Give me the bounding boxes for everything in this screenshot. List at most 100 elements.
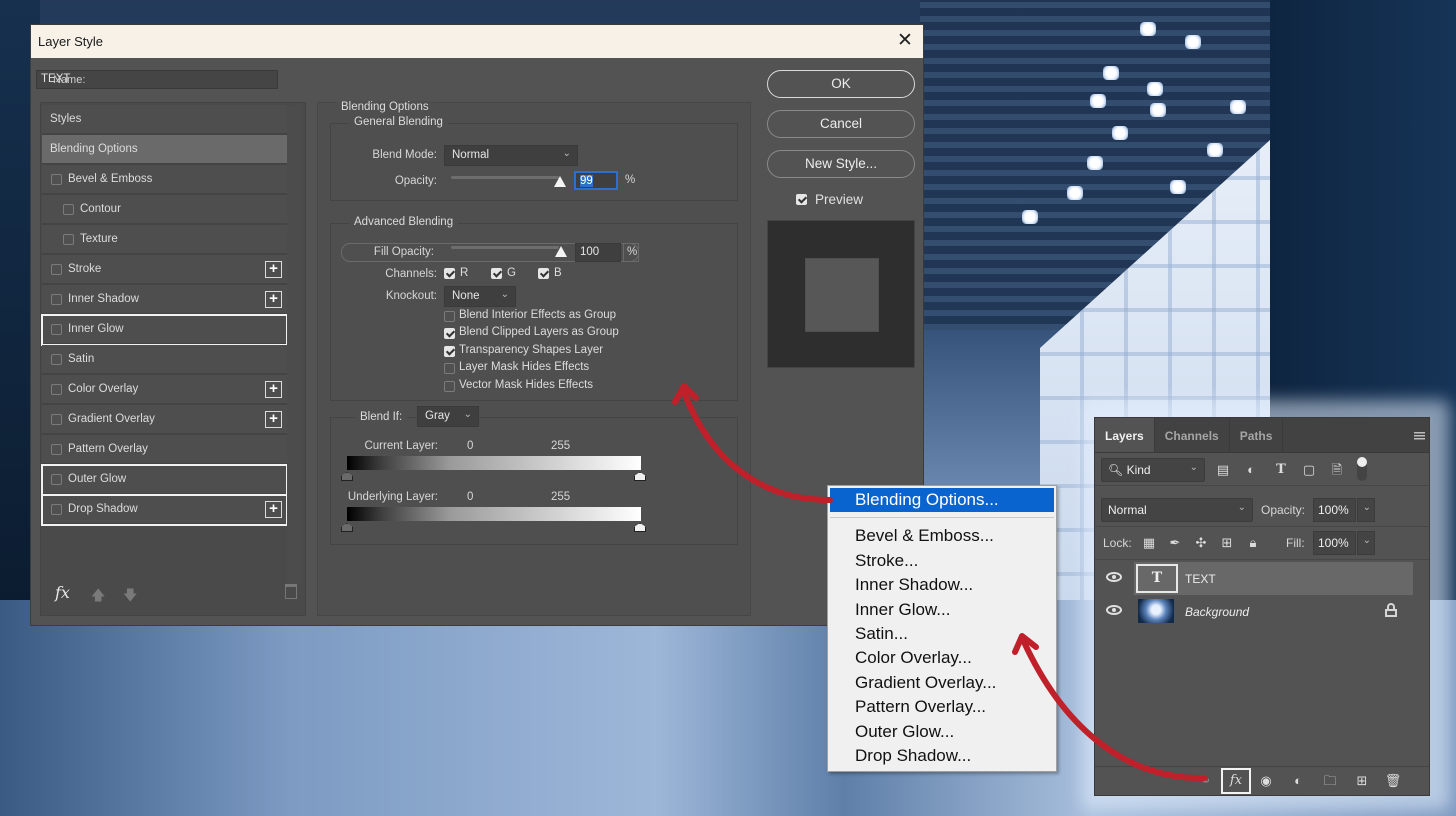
- style-item[interactable]: Blending Options: [42, 135, 287, 165]
- cancel-button[interactable]: Cancel: [767, 110, 915, 138]
- style-item[interactable]: Inner Glow: [41, 314, 288, 346]
- smart-object-filter-icon[interactable]: 🗎︎: [1329, 462, 1345, 478]
- lock-transparent-pixels-icon[interactable]: ▦: [1141, 535, 1157, 551]
- preview-checkbox[interactable]: [796, 194, 807, 205]
- move-up-icon[interactable]: 🡅: [91, 585, 105, 609]
- fill-opacity-slider-thumb[interactable]: [555, 246, 567, 257]
- fx-icon[interactable]: fx: [55, 583, 70, 602]
- style-item[interactable]: Color Overlay +: [42, 375, 287, 405]
- style-item[interactable]: Pattern Overlay: [42, 435, 287, 465]
- menu-item[interactable]: Drop Shadow...: [828, 744, 1056, 768]
- add-effect-instance-icon[interactable]: +: [265, 381, 282, 398]
- layer-row[interactable]: Background: [1095, 595, 1429, 628]
- knockout-select[interactable]: None ⌄: [444, 286, 516, 307]
- opacity-slider-thumb[interactable]: [554, 176, 566, 187]
- channel-checkbox[interactable]: [538, 268, 549, 279]
- shape-layer-filter-icon[interactable]: ▢: [1301, 462, 1317, 478]
- menu-item[interactable]: Gradient Overlay...: [828, 671, 1056, 695]
- advanced-option-checkbox[interactable]: [444, 345, 455, 357]
- layer-body[interactable]: Background: [1134, 595, 1413, 628]
- delete-layer-icon[interactable]: 🗑︎: [1382, 771, 1404, 791]
- add-effect-instance-icon[interactable]: +: [265, 411, 282, 428]
- close-icon[interactable]: ✕: [894, 30, 916, 52]
- style-checkbox[interactable]: [51, 323, 62, 335]
- filter-kind-select[interactable]: 🔍︎ Kind ⌄: [1101, 458, 1205, 482]
- menu-item[interactable]: Stroke...: [828, 549, 1056, 573]
- style-checkbox[interactable]: [51, 473, 62, 485]
- menu-item[interactable]: Satin...: [828, 622, 1056, 646]
- new-adjustment-layer-icon[interactable]: ◐: [1287, 771, 1309, 791]
- style-item[interactable]: Bevel & Emboss: [42, 165, 287, 195]
- layer-row[interactable]: T TEXT: [1095, 562, 1429, 595]
- new-group-folder-icon[interactable]: 🗀︎: [1319, 771, 1341, 791]
- style-item[interactable]: Drop Shadow +: [41, 494, 288, 526]
- ok-button[interactable]: OK: [767, 70, 915, 98]
- fill-opacity-slider-track[interactable]: [451, 246, 559, 249]
- add-layer-style-fx-button[interactable]: fx: [1221, 768, 1251, 794]
- style-checkbox[interactable]: [51, 503, 62, 515]
- style-checkbox[interactable]: [51, 353, 62, 365]
- pixel-layer-filter-icon[interactable]: ▤: [1215, 462, 1231, 478]
- menu-item[interactable]: Color Overlay...: [828, 646, 1056, 670]
- style-checkbox[interactable]: [51, 293, 62, 305]
- style-item[interactable]: Outer Glow: [41, 464, 288, 496]
- visibility-eye-icon[interactable]: [1106, 605, 1122, 615]
- layer-opacity-dropdown[interactable]: ⌄: [1357, 498, 1375, 522]
- add-effect-instance-icon[interactable]: +: [265, 501, 282, 518]
- add-effect-instance-icon[interactable]: +: [265, 291, 282, 308]
- dialog-titlebar[interactable]: Layer Style ✕: [31, 25, 923, 58]
- layer-body[interactable]: T TEXT: [1134, 562, 1413, 595]
- style-item[interactable]: Stroke +: [42, 255, 287, 285]
- blend-if-select[interactable]: Gray ⌄: [417, 406, 479, 427]
- menu-item[interactable]: Outer Glow...: [828, 720, 1056, 744]
- style-checkbox[interactable]: [51, 443, 62, 455]
- menu-item[interactable]: Blending Options...: [830, 488, 1054, 513]
- style-checkbox[interactable]: [51, 263, 62, 275]
- fill-opacity-input[interactable]: 100: [575, 243, 621, 262]
- styles-header[interactable]: Styles: [42, 105, 287, 135]
- layer-fill-input[interactable]: 100%: [1313, 531, 1356, 555]
- move-down-icon[interactable]: 🡇: [123, 585, 137, 609]
- menu-item[interactable]: Bevel & Emboss...: [828, 524, 1056, 548]
- link-layers-icon[interactable]: ⚭: [1195, 771, 1217, 791]
- style-item[interactable]: Gradient Overlay +: [42, 405, 287, 435]
- visibility-eye-icon[interactable]: [1106, 572, 1122, 582]
- new-style-button[interactable]: New Style...: [767, 150, 915, 178]
- underlying-layer-black-thumb[interactable]: [341, 523, 353, 532]
- style-checkbox[interactable]: [51, 413, 62, 425]
- current-layer-white-thumb[interactable]: [634, 472, 646, 481]
- channel-checkbox[interactable]: [444, 268, 455, 279]
- advanced-option-checkbox[interactable]: [444, 380, 455, 392]
- lock-image-pixels-icon[interactable]: ✒: [1167, 535, 1183, 551]
- add-effect-instance-icon[interactable]: +: [265, 261, 282, 278]
- style-item[interactable]: Texture: [42, 225, 287, 255]
- lock-icon[interactable]: [1385, 603, 1397, 617]
- type-layer-filter-icon[interactable]: T: [1273, 462, 1289, 478]
- layer-blend-mode-select[interactable]: Normal ⌄: [1101, 498, 1253, 522]
- style-checkbox[interactable]: [51, 173, 62, 185]
- prevent-autonest-icon[interactable]: ⊞: [1219, 535, 1235, 551]
- menu-item[interactable]: Pattern Overlay...: [828, 695, 1056, 719]
- new-layer-icon[interactable]: ⊞: [1351, 771, 1373, 791]
- style-checkbox[interactable]: [63, 203, 74, 215]
- menu-item[interactable]: Inner Glow...: [828, 598, 1056, 622]
- preview-toggle[interactable]: Preview: [796, 192, 863, 207]
- opacity-input[interactable]: 99: [574, 171, 618, 190]
- current-layer-black-thumb[interactable]: [341, 472, 353, 481]
- tab-layers[interactable]: Layers: [1095, 418, 1155, 452]
- layer-opacity-input[interactable]: 100%: [1313, 498, 1356, 522]
- panel-menu-icon[interactable]: [1414, 432, 1425, 441]
- filter-toggle-switch[interactable]: [1357, 457, 1367, 481]
- lock-all-icon[interactable]: 🔒︎: [1245, 535, 1261, 551]
- adjustment-layer-filter-icon[interactable]: ◐: [1243, 462, 1259, 478]
- styles-scrollbar[interactable]: [287, 105, 303, 585]
- blend-mode-select[interactable]: Normal ⌄: [444, 145, 578, 166]
- lock-position-icon[interactable]: ✣: [1193, 535, 1209, 551]
- advanced-option-checkbox[interactable]: [444, 311, 455, 322]
- style-item[interactable]: Contour: [42, 195, 287, 225]
- underlying-layer-white-thumb[interactable]: [634, 523, 646, 532]
- menu-item[interactable]: Inner Shadow...: [828, 573, 1056, 597]
- delete-effect-icon[interactable]: [285, 584, 297, 599]
- advanced-option-checkbox[interactable]: [444, 328, 455, 340]
- tab-channels[interactable]: Channels: [1155, 418, 1230, 452]
